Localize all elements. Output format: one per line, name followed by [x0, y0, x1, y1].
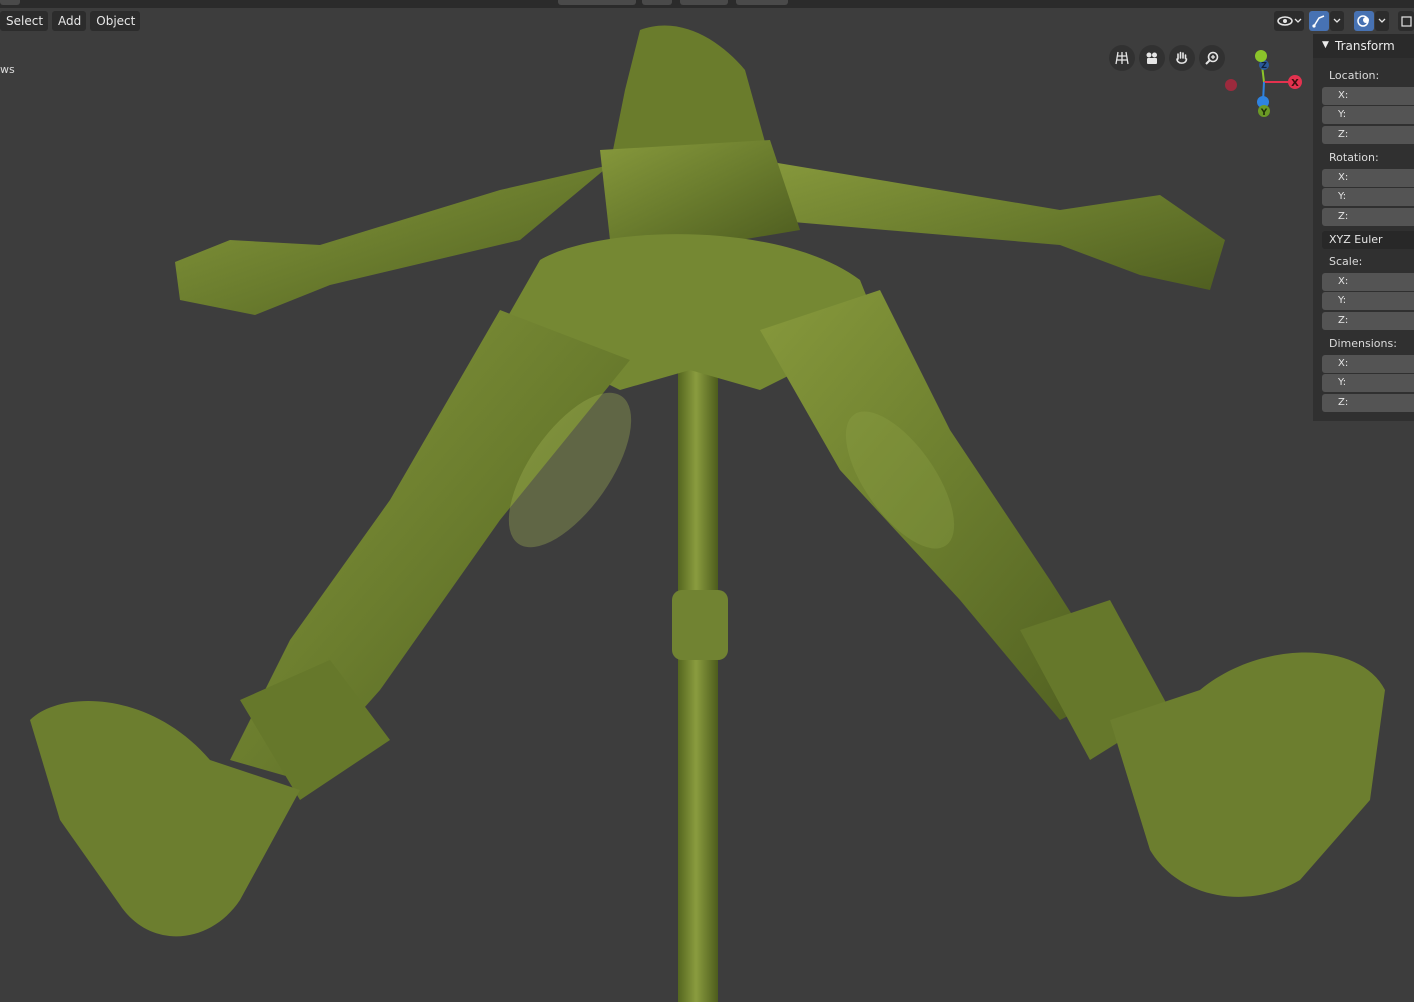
model-render — [30, 25, 1385, 1002]
scale-y-field[interactable]: Y: — [1322, 292, 1414, 310]
gizmo-toggle[interactable] — [1309, 11, 1329, 31]
menu-object[interactable]: Object — [90, 11, 141, 31]
overlay-toggle[interactable] — [1354, 11, 1374, 31]
collapse-triangle-icon: ▼ — [1322, 40, 1329, 50]
3d-viewport[interactable]: Select Add Object ws X Z Y ▼ Transform L… — [0, 0, 1414, 1002]
location-y-label: Y: — [1338, 109, 1347, 120]
gizmo-z-label: Z — [1261, 61, 1267, 70]
location-label: Location: — [1329, 69, 1380, 82]
panel-title: Transform — [1335, 39, 1395, 53]
dimensions-label: Dimensions: — [1329, 337, 1397, 350]
scale-label: Scale: — [1329, 255, 1363, 268]
rotation-y-label: Y: — [1338, 191, 1347, 202]
gizmo-y-label: Y — [1260, 108, 1268, 118]
transform-panel: ▼ Transform Location: X: Y: Z: Rotation:… — [1313, 34, 1414, 421]
visibility-dropdown[interactable] — [1274, 11, 1304, 31]
dimensions-y-field[interactable]: Y: — [1322, 374, 1414, 392]
toggle-perspective-button[interactable] — [1109, 45, 1135, 71]
dimensions-x-field[interactable]: X: — [1322, 355, 1414, 373]
rotation-mode-value: XYZ Euler — [1329, 233, 1383, 246]
gizmo-toggle-icon — [1312, 15, 1325, 28]
scale-x-field[interactable]: X: — [1322, 273, 1414, 291]
hand-pan-icon — [1176, 51, 1188, 64]
overlay-icon — [1357, 15, 1369, 27]
dimensions-z-field[interactable]: Z: — [1322, 394, 1414, 412]
rotation-z-label: Z: — [1338, 211, 1349, 222]
chevron-down-icon — [1378, 18, 1386, 23]
gizmo-dropdown[interactable] — [1330, 11, 1344, 31]
pan-button[interactable] — [1169, 45, 1195, 71]
camera-view-button[interactable] — [1139, 45, 1165, 71]
dimensions-x-label: X: — [1338, 358, 1349, 369]
scale-y-label: Y: — [1338, 295, 1347, 306]
dimensions-z-label: Z: — [1338, 397, 1349, 408]
rotation-z-field[interactable]: Z: — [1322, 208, 1414, 226]
location-x-label: X: — [1338, 90, 1349, 101]
partial-label: ws — [0, 63, 15, 76]
navigation-gizmo[interactable]: X Z Y — [1218, 45, 1314, 125]
header-strip — [0, 0, 1414, 8]
gizmo-x-label: X — [1291, 78, 1299, 89]
rotation-x-label: X: — [1338, 172, 1349, 183]
scale-x-label: X: — [1338, 276, 1349, 287]
gizmo-neg-x[interactable] — [1225, 79, 1237, 91]
scale-z-field[interactable]: Z: — [1322, 312, 1414, 330]
xray-icon — [1401, 16, 1412, 27]
dimensions-y-label: Y: — [1338, 377, 1347, 388]
rotation-mode-select[interactable]: XYZ Euler — [1322, 231, 1414, 249]
location-y-field[interactable]: Y: — [1322, 106, 1414, 124]
chevron-down-icon — [1333, 18, 1341, 23]
overlay-dropdown[interactable] — [1375, 11, 1389, 31]
rotation-label: Rotation: — [1329, 151, 1379, 164]
rotation-y-field[interactable]: Y: — [1322, 188, 1414, 206]
scale-z-label: Z: — [1338, 315, 1349, 326]
visibility-icon — [1277, 16, 1302, 26]
menu-add[interactable]: Add — [52, 11, 87, 31]
location-z-label: Z: — [1338, 129, 1349, 140]
location-z-field[interactable]: Z: — [1322, 126, 1414, 144]
xray-toggle[interactable] — [1398, 11, 1414, 31]
transform-panel-header[interactable]: ▼ Transform — [1313, 34, 1414, 58]
header-menu: Select Add Object — [0, 11, 141, 31]
camera-icon — [1146, 52, 1157, 64]
menu-select[interactable]: Select — [0, 11, 49, 31]
grid-icon — [1115, 51, 1129, 65]
location-x-field[interactable]: X: — [1322, 87, 1414, 105]
rotation-x-field[interactable]: X: — [1322, 169, 1414, 187]
